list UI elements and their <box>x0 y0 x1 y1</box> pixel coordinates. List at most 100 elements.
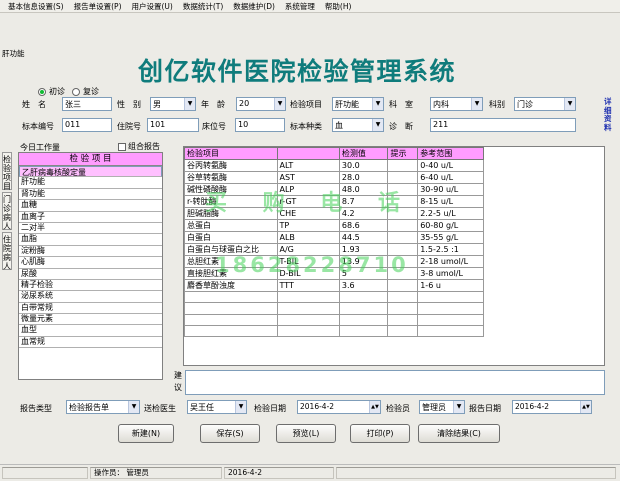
cell-value[interactable]: 68.6 <box>338 219 389 232</box>
col-value[interactable]: 检测值 <box>338 147 389 160</box>
save-button[interactable]: 保存(S) <box>200 424 260 443</box>
cell-test-item[interactable]: 总蛋白 <box>184 219 278 232</box>
menu-maintenance[interactable]: 数据维护(D) <box>228 1 280 12</box>
menu-report-settings[interactable]: 报告单设置(P) <box>69 1 127 12</box>
cell-test-item[interactable]: 白蛋白与球蛋白之比 <box>184 243 278 256</box>
print-button[interactable]: 打印(P) <box>350 424 410 443</box>
test-date-picker[interactable]: 2016-4-2 ▲▼ <box>297 400 381 414</box>
sample-kind-select[interactable]: 血 ▼ <box>332 118 384 132</box>
tester-select[interactable]: 管理员 ▼ <box>419 400 465 414</box>
cell-code[interactable]: TP <box>276 219 340 232</box>
combo-report-checkbox[interactable]: 组合报告 <box>118 141 160 152</box>
repeat-visit-radio[interactable]: 复诊 <box>72 86 99 97</box>
menu-user-settings[interactable]: 用户设置(U) <box>127 1 178 12</box>
cell-hint[interactable] <box>387 159 419 172</box>
new-button[interactable]: 新建(N) <box>118 424 174 443</box>
cell-reference[interactable]: 2-18 umol/L <box>417 255 484 268</box>
table-row[interactable]: 白蛋白 ALB 44.5 35-55 g/L <box>184 231 484 244</box>
cell-hint[interactable] <box>387 183 419 196</box>
cell-value[interactable]: 28.0 <box>338 171 389 184</box>
table-row[interactable]: 谷草转氨酶 AST 28.0 6-40 u/L <box>184 171 484 184</box>
cell-reference[interactable]: 6-40 u/L <box>417 171 484 184</box>
list-item[interactable]: 肝功能 <box>19 177 162 189</box>
name-input[interactable]: 张三 <box>62 97 112 111</box>
list-item[interactable]: 微量元素 <box>19 314 162 326</box>
cell-value[interactable]: 13.9 <box>338 255 389 268</box>
doctor-select[interactable]: 吴王任 ▼ <box>187 400 247 414</box>
department-select[interactable]: 内科 ▼ <box>430 97 483 111</box>
cell-hint[interactable] <box>387 267 419 280</box>
cell-value[interactable]: 3.6 <box>338 279 389 292</box>
list-item[interactable]: 肾功能 <box>19 189 162 201</box>
cell-test-item[interactable]: 麝香草酚浊度 <box>184 279 278 292</box>
table-row[interactable]: 碱性磷酸酶 ALP 48.0 30-90 u/L <box>184 183 484 196</box>
cell-reference[interactable]: 8-15 u/L <box>417 195 484 208</box>
bed-no-input[interactable]: 10 <box>235 118 285 132</box>
cell-value[interactable]: 44.5 <box>338 231 389 244</box>
table-row[interactable]: 白蛋白与球蛋白之比 A/G 1.93 1.5-2.5 :1 <box>184 243 484 256</box>
cell-code[interactable]: CHE <box>276 207 340 220</box>
menu-system[interactable]: 系统管理 <box>280 1 320 12</box>
first-visit-radio[interactable]: 初诊 <box>38 86 65 97</box>
tab-test-items[interactable]: 检验项目 <box>2 152 12 191</box>
list-item[interactable]: 乙肝病毒核酸定量 <box>19 166 162 178</box>
col-code[interactable] <box>276 147 340 160</box>
cell-test-item[interactable]: 碱性磷酸酶 <box>184 183 278 196</box>
cell-hint[interactable] <box>387 243 419 256</box>
menu-help[interactable]: 帮助(H) <box>320 1 357 12</box>
clear-results-button[interactable]: 清除结果(C) <box>418 424 500 443</box>
list-item[interactable]: 血型 <box>19 325 162 337</box>
tab-inpatients[interactable]: 住院病人 <box>2 232 12 271</box>
cell-reference[interactable]: 60-80 g/L <box>417 219 484 232</box>
cell-code[interactable]: r-GT <box>276 195 340 208</box>
cell-value[interactable]: 48.0 <box>338 183 389 196</box>
table-row[interactable]: 谷丙转氨酶 ALT 30.0 0-40 u/L <box>184 159 484 172</box>
table-row[interactable]: 总蛋白 TP 68.6 60-80 g/L <box>184 219 484 232</box>
cell-code[interactable]: ALT <box>276 159 340 172</box>
table-row[interactable]: 直接胆红素 D-BIL 5 3-8 umol/L <box>184 267 484 280</box>
list-item[interactable]: 淀粉酶 <box>19 246 162 258</box>
sex-select[interactable]: 男 ▼ <box>150 97 196 111</box>
cell-hint[interactable] <box>387 255 419 268</box>
cell-code[interactable]: ALP <box>276 183 340 196</box>
table-row[interactable]: 麝香草酚浊度 TTT 3.6 1-6 u <box>184 279 484 292</box>
sample-no-input[interactable]: 011 <box>62 118 112 132</box>
details-link[interactable]: 详细资料 <box>604 97 614 132</box>
table-row[interactable]: 胆碱脂酶 CHE 4.2 2.2-5 u/L <box>184 207 484 220</box>
preview-button[interactable]: 预览(L) <box>276 424 336 443</box>
cell-test-item[interactable]: 谷草转氨酶 <box>184 171 278 184</box>
cell-value[interactable]: 8.7 <box>338 195 389 208</box>
cell-test-item[interactable]: 胆碱脂酶 <box>184 207 278 220</box>
col-test-item[interactable]: 检验项目 <box>184 147 278 160</box>
cell-test-item[interactable]: 谷丙转氨酶 <box>184 159 278 172</box>
cell-hint[interactable] <box>387 279 419 292</box>
list-item[interactable]: 泌尿系统 <box>19 291 162 303</box>
cell-reference[interactable]: 0-40 u/L <box>417 159 484 172</box>
tab-outpatients[interactable]: 门诊病人 <box>2 192 12 231</box>
test-item-select[interactable]: 肝功能 ▼ <box>332 97 384 111</box>
cell-reference[interactable]: 1-6 u <box>417 279 484 292</box>
table-row[interactable]: r-转肽酶 r-GT 8.7 8-15 u/L <box>184 195 484 208</box>
cell-test-item[interactable]: 总胆红素 <box>184 255 278 268</box>
cell-code[interactable]: D-BIL <box>276 267 340 280</box>
inpatient-no-input[interactable]: 101 <box>147 118 199 132</box>
cell-hint[interactable] <box>387 231 419 244</box>
age-select[interactable]: 20 ▼ <box>236 97 286 111</box>
cell-test-item[interactable]: 白蛋白 <box>184 231 278 244</box>
menu-statistics[interactable]: 数据统计(T) <box>178 1 228 12</box>
cell-code[interactable]: ALB <box>276 231 340 244</box>
list-item[interactable]: 精子检验 <box>19 280 162 292</box>
cell-reference[interactable]: 30-90 u/L <box>417 183 484 196</box>
cell-code[interactable]: AST <box>276 171 340 184</box>
cell-code[interactable]: T-BIL <box>276 255 340 268</box>
suggest-textarea[interactable] <box>185 370 605 395</box>
list-item[interactable]: 血脂 <box>19 234 162 246</box>
cell-value[interactable]: 1.93 <box>338 243 389 256</box>
cell-reference[interactable]: 2.2-5 u/L <box>417 207 484 220</box>
report-type-select[interactable]: 检验报告单 ▼ <box>66 400 140 414</box>
diagnosis-input[interactable]: 211 <box>430 118 576 132</box>
list-item[interactable]: 心肌酶 <box>19 257 162 269</box>
cell-value[interactable]: 4.2 <box>338 207 389 220</box>
cell-value[interactable]: 5 <box>338 267 389 280</box>
cell-reference[interactable]: 3-8 umol/L <box>417 267 484 280</box>
